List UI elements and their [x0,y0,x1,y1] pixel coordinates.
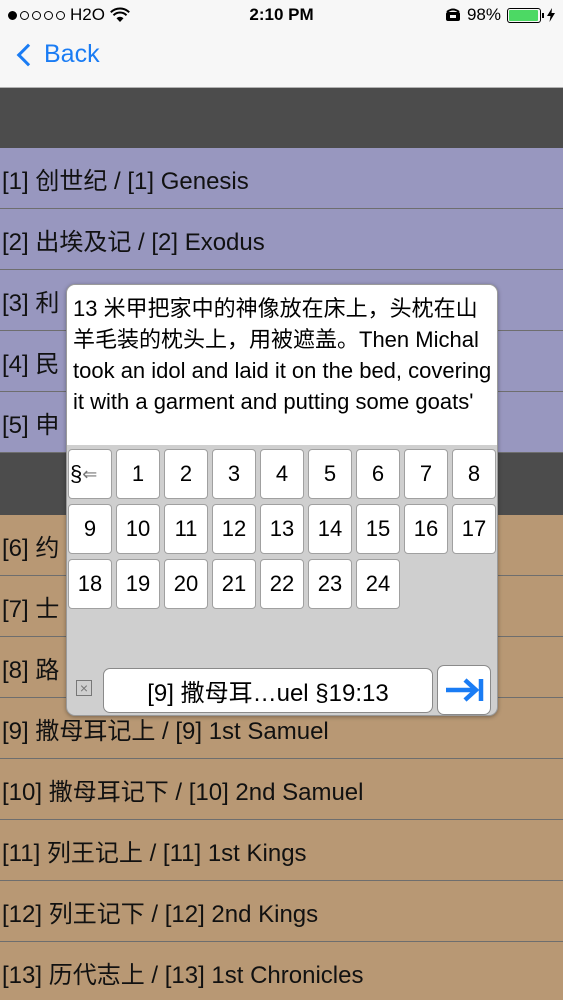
verse-key[interactable]: 19 [116,559,160,609]
verse-key[interactable]: 17 [452,504,496,554]
verse-key[interactable]: 1 [116,449,160,499]
book-label: [3] 利 [2,289,60,317]
verse-key[interactable]: 7 [404,449,448,499]
book-label: [4] 民 [2,350,60,378]
book-label: [6] 约 [2,534,60,562]
book-row[interactable]: [13] 历代志上 / [13] 1st Chronicles [0,942,563,1000]
verse-key[interactable]: 10 [116,504,160,554]
verse-key[interactable]: 9 [68,504,112,554]
left-arrow-icon: ⇐ [82,463,98,484]
verse-key[interactable]: 22 [260,559,304,609]
verse-key[interactable]: 2 [164,449,208,499]
book-label: [7] 士 [2,595,60,623]
verse-key[interactable]: 21 [212,559,256,609]
book-label: [13] 历代志上 / [13] 1st Chronicles [2,961,364,989]
book-label: [8] 路 [2,656,60,684]
verse-key[interactable]: 8 [452,449,496,499]
verse-key[interactable]: 11 [164,504,208,554]
navigation-bar: Back [0,30,563,88]
book-label: [5] 申 [2,411,60,439]
back-button[interactable]: Back [14,40,100,69]
verse-key[interactable]: 4 [260,449,304,499]
reference-field[interactable]: [9] 撒母耳…uel §19:13 [103,668,433,713]
verse-key[interactable]: 16 [404,504,448,554]
book-row[interactable]: [1] 创世纪 / [1] Genesis [0,148,563,209]
arrow-to-bar-icon [446,678,484,702]
go-to-reference-button[interactable] [437,665,491,715]
book-row[interactable]: [10] 撒母耳记下 / [10] 2nd Samuel [0,759,563,820]
book-label: [2] 出埃及记 / [2] Exodus [2,228,265,256]
verse-key[interactable]: 24 [356,559,400,609]
verse-key[interactable]: 12 [212,504,256,554]
verse-key[interactable]: 18 [68,559,112,609]
verse-key[interactable]: 3 [212,449,256,499]
verse-key[interactable]: 13 [260,504,304,554]
verse-picker-popup: 13 米甲把家中的神像放在床上，头枕在山羊毛装的枕头上，用被遮盖。Then Mi… [66,284,498,716]
section-header-band [0,88,563,148]
verse-key[interactable]: 23 [308,559,352,609]
book-label: [10] 撒母耳记下 / [10] 2nd Samuel [2,778,364,806]
section-backspace-key[interactable]: § ⇐ [68,449,112,499]
battery-fill [509,9,539,21]
verse-key[interactable]: 15 [356,504,400,554]
verse-key[interactable]: 5 [308,449,352,499]
book-row[interactable]: [12] 列王记下 / [12] 2nd Kings [0,881,563,942]
device-status: 98% [445,5,555,25]
verse-key[interactable]: 6 [356,449,400,499]
chevron-left-icon [16,43,40,66]
battery-percent: 98% [466,5,501,24]
book-label: [11] 列王记上 / [11] 1st Kings [2,839,307,867]
verse-preview: 13 米甲把家中的神像放在床上，头枕在山羊毛装的枕头上，用被遮盖。Then Mi… [67,285,497,445]
back-label: Back [44,40,100,68]
reference-bar: × [9] 撒母耳…uel §19:13 [67,664,497,715]
book-label: [12] 列王记下 / [12] 2nd Kings [2,900,319,928]
charging-bolt-icon [547,8,555,22]
verse-key[interactable]: 20 [164,559,208,609]
verse-key[interactable]: 14 [308,504,352,554]
status-bar: H2O 2:10 PM 98% [0,0,563,30]
alarm-phone-icon [445,8,460,21]
battery-icon [507,7,544,23]
book-row[interactable]: [2] 出埃及记 / [2] Exodus [0,209,563,270]
book-label: [1] 创世纪 / [1] Genesis [2,167,249,195]
book-row[interactable]: [11] 列王记上 / [11] 1st Kings [0,820,563,881]
clear-x-icon[interactable]: × [76,680,92,696]
verse-number-keypad: § ⇐ 1 2 3 4 5 6 7 8 9 10 11 12 13 14 15 16 17 18 19 20 21 22 2… [67,449,497,609]
section-key-label: § [70,461,83,486]
